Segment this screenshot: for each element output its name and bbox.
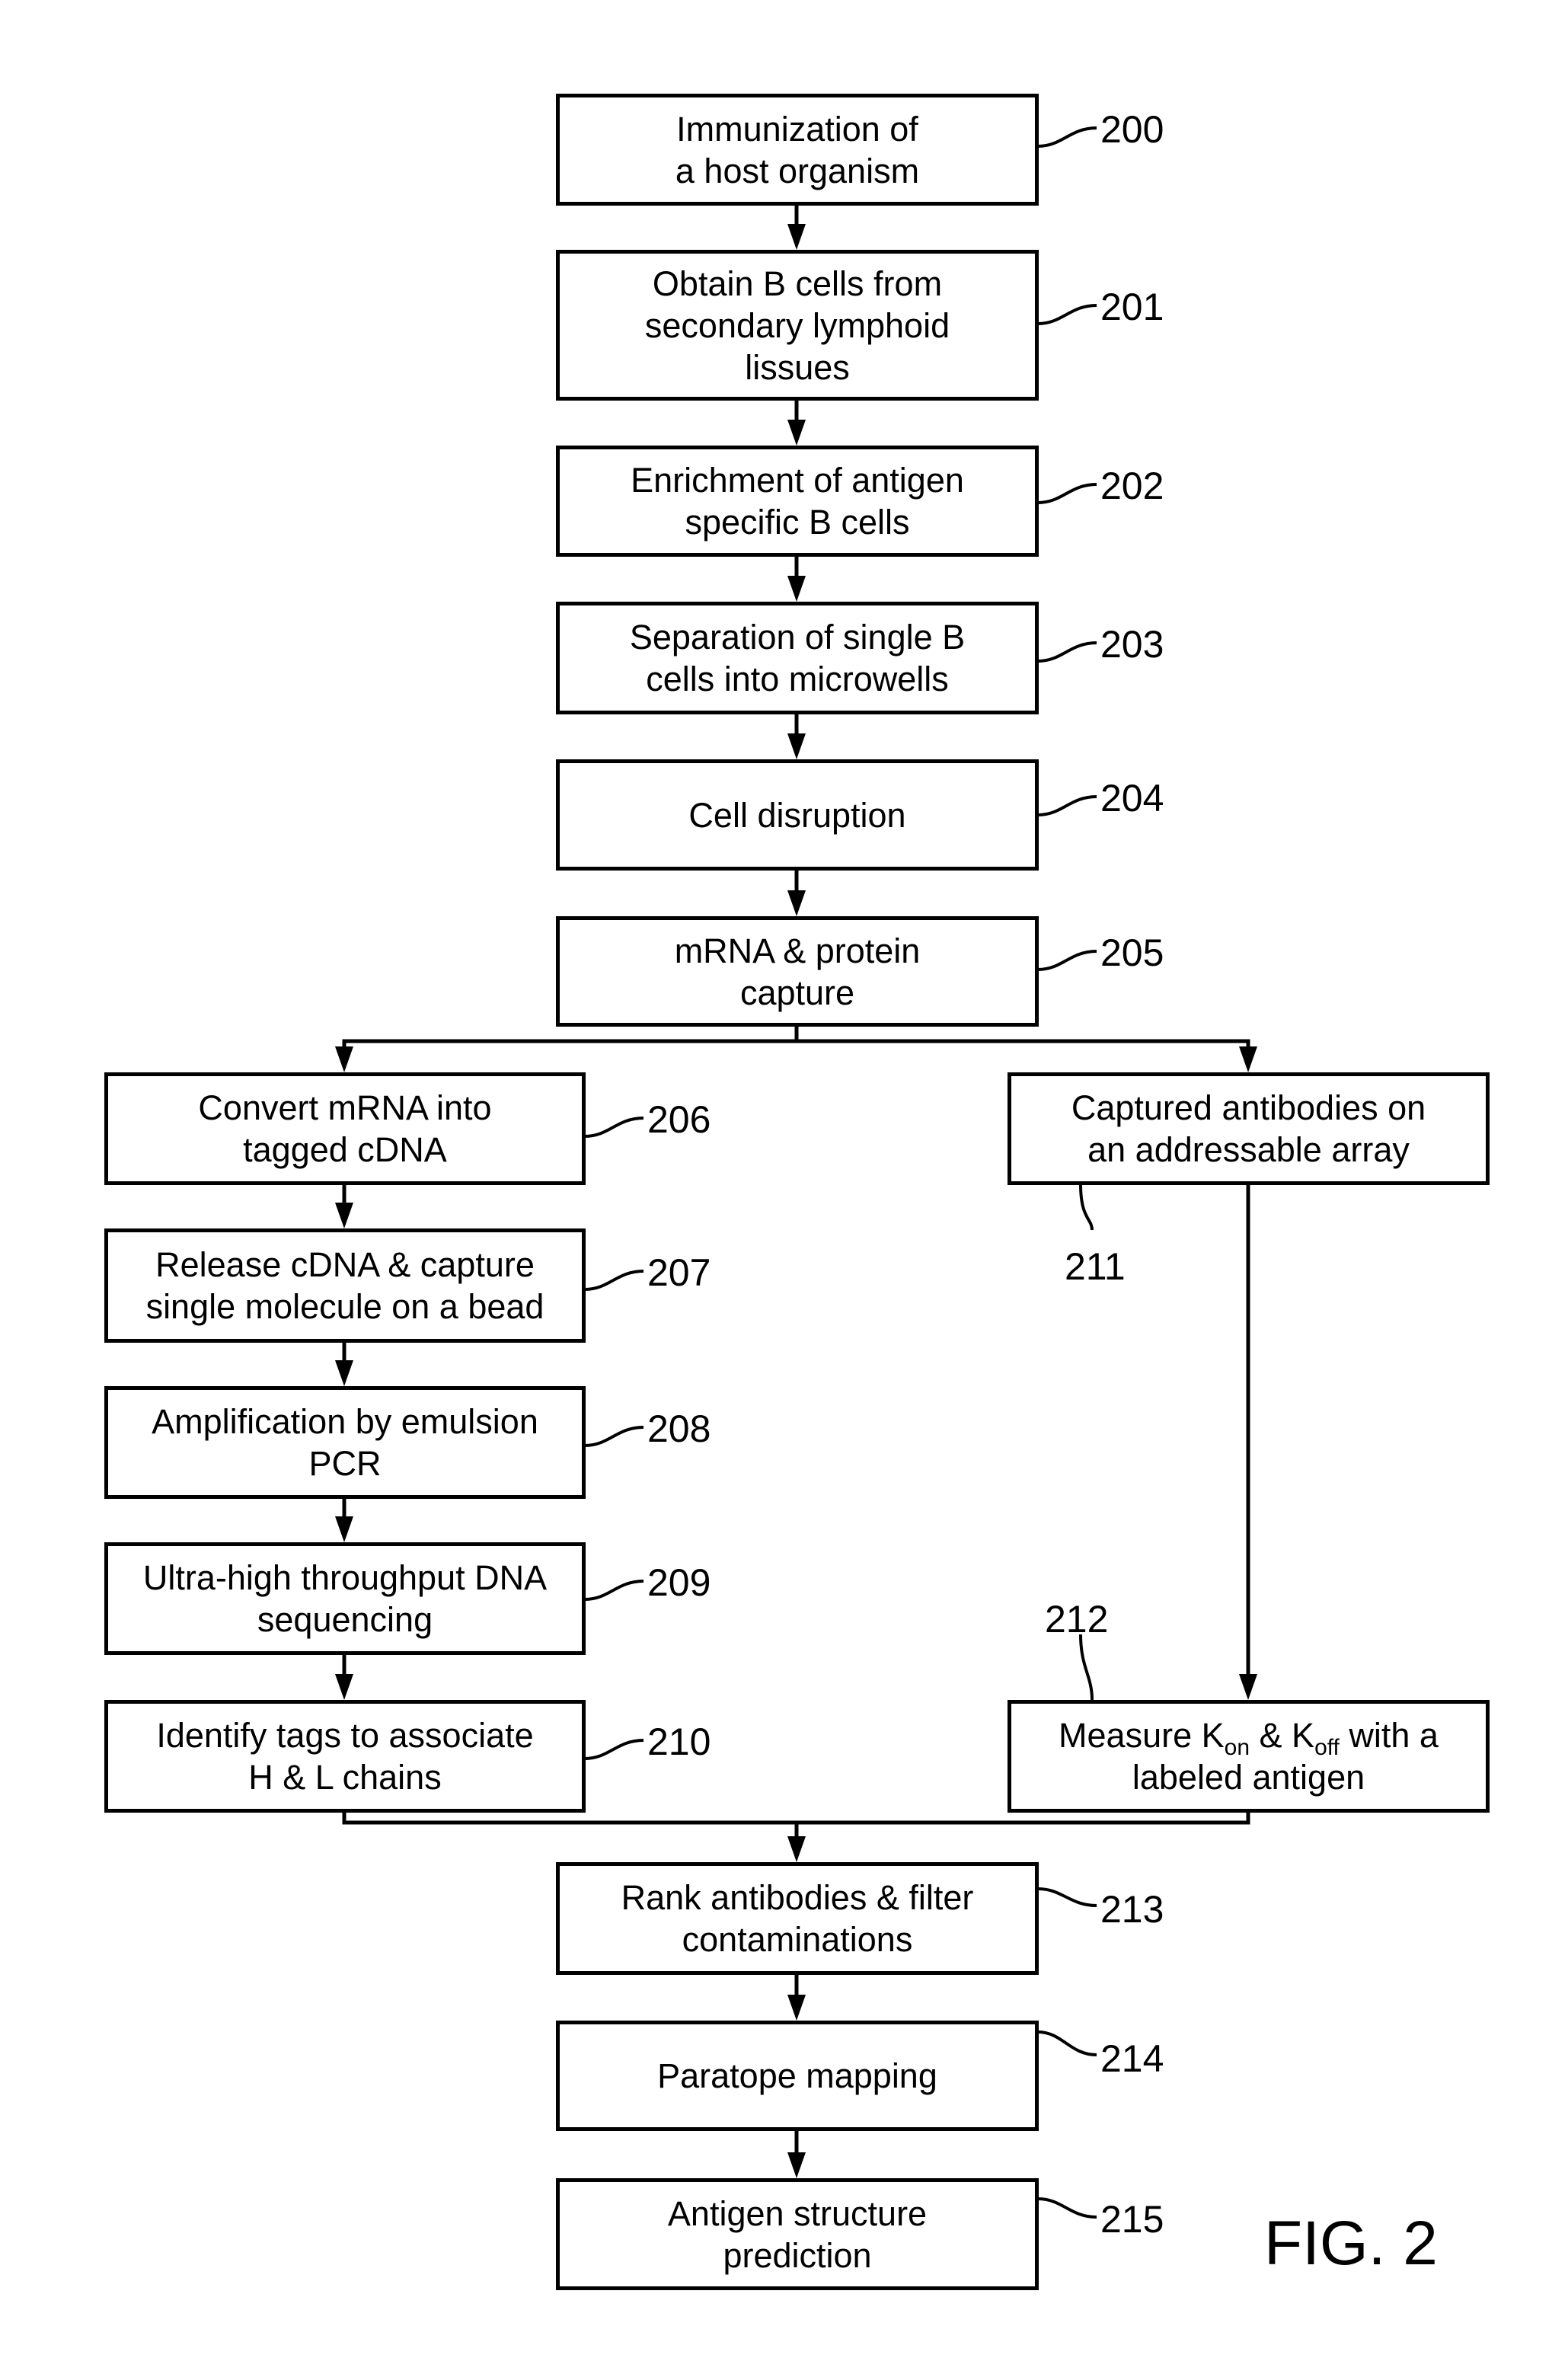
ref-210: 210: [647, 1720, 711, 1763]
step-206-text: Convert mRNA into tagged cDNA: [198, 1088, 492, 1169]
arrowhead: [787, 1995, 806, 2021]
step-213-box: Rank antibodies & filter contaminations: [556, 1862, 1039, 1975]
leader-206: [584, 1117, 644, 1138]
step-206-box: Convert mRNA into tagged cDNA: [104, 1072, 586, 1185]
step-212-line2: labeled antigen: [1132, 1758, 1365, 1797]
ref-207: 207: [647, 1251, 711, 1294]
arrowhead: [1239, 1674, 1257, 1700]
step-212-post: with a: [1339, 1716, 1439, 1755]
arrowhead: [335, 1046, 353, 1072]
step-209-box: Ultra-high throughput DNA sequencing: [104, 1542, 586, 1655]
step-213-text: Rank antibodies & filter contaminations: [621, 1878, 974, 1959]
ref-201: 201: [1100, 286, 1164, 328]
arrowhead: [787, 576, 806, 602]
k-on-subscript: on: [1224, 1735, 1250, 1760]
arrowhead: [787, 1836, 806, 1862]
leader-200: [1037, 126, 1097, 148]
leader-211: [1079, 1184, 1094, 1231]
split-line: [342, 1039, 1250, 1051]
step-201-text: Obtain B cells from secondary lymphoid l…: [644, 264, 950, 387]
leader-203: [1037, 641, 1097, 663]
ref-204: 204: [1100, 777, 1164, 819]
step-212-box: Measure Kon & Koff with a labeled antigen: [1008, 1700, 1490, 1813]
step-201-box: Obtain B cells from secondary lymphoid l…: [556, 250, 1039, 401]
step-200-text: Immunization of a host organism: [675, 109, 920, 190]
step-207-text: Release cDNA & capture single molecule o…: [145, 1245, 544, 1326]
arrowhead: [335, 1203, 353, 1228]
ref-200: 200: [1100, 108, 1164, 151]
leader-210: [584, 1739, 644, 1760]
leader-204: [1037, 795, 1097, 816]
leader-201: [1037, 304, 1097, 325]
arrowhead: [335, 1516, 353, 1542]
step-203-text: Separation of single B cells into microw…: [629, 618, 966, 698]
step-210-text: Identify tags to associate H & L chains: [156, 1716, 534, 1797]
step-212-mid: & K: [1250, 1716, 1315, 1755]
arrowhead: [1239, 1046, 1257, 1072]
leader-205: [1037, 950, 1097, 971]
leader-214: [1037, 2030, 1097, 2056]
step-210-box: Identify tags to associate H & L chains: [104, 1700, 586, 1813]
arrowhead: [787, 890, 806, 916]
step-215-box: Antigen structure prediction: [556, 2178, 1039, 2290]
ref-202: 202: [1100, 465, 1164, 507]
step-202-text: Enrichment of antigen specific B cells: [631, 461, 964, 542]
step-202-box: Enrichment of antigen specific B cells: [556, 446, 1039, 557]
step-207-box: Release cDNA & capture single molecule o…: [104, 1228, 586, 1343]
arrowhead: [787, 733, 806, 759]
ref-203: 203: [1100, 623, 1164, 666]
k-off-subscript: off: [1314, 1735, 1340, 1760]
step-205-text: mRNA & protein capture: [674, 931, 921, 1012]
arrowhead: [787, 2152, 806, 2178]
step-208-box: Amplification by emulsion PCR: [104, 1386, 586, 1499]
leader-208: [584, 1426, 644, 1447]
step-204-text: Cell disruption: [688, 795, 906, 835]
step-208-text: Amplification by emulsion PCR: [152, 1402, 538, 1483]
ref-205: 205: [1100, 931, 1164, 974]
leader-213: [1037, 1887, 1097, 1907]
step-205-box: mRNA & protein capture: [556, 916, 1039, 1027]
ref-206: 206: [647, 1098, 711, 1141]
arrowhead: [787, 224, 806, 250]
step-200-box: Immunization of a host organism: [556, 94, 1039, 206]
ref-213: 213: [1100, 1888, 1164, 1931]
ref-215: 215: [1100, 2198, 1164, 2241]
step-204-box: Cell disruption: [556, 759, 1039, 871]
ref-212: 212: [1045, 1598, 1109, 1641]
arrowhead: [787, 420, 806, 446]
step-212-pre: Measure K: [1059, 1716, 1225, 1755]
step-211-text: Captured antibodies on an addressable ar…: [1071, 1088, 1426, 1169]
figure-label: FIG. 2: [1264, 2209, 1438, 2278]
ref-208: 208: [647, 1407, 711, 1450]
arrowhead: [335, 1674, 353, 1700]
step-211-box: Captured antibodies on an addressable ar…: [1008, 1072, 1490, 1185]
step-212-text: Measure Kon & Koff with a labeled antigen: [1059, 1714, 1439, 1798]
step-203-box: Separation of single B cells into microw…: [556, 602, 1039, 714]
leader-209: [584, 1580, 644, 1601]
ref-214: 214: [1100, 2037, 1164, 2080]
leader-207: [584, 1270, 644, 1291]
step-215-text: Antigen structure prediction: [667, 2193, 928, 2275]
leader-212: [1079, 1634, 1094, 1701]
ref-211: 211: [1065, 1245, 1126, 1288]
arrowhead: [335, 1360, 353, 1386]
step-214-text: Paratope mapping: [657, 2056, 937, 2095]
step-209-text: Ultra-high throughput DNA sequencing: [142, 1558, 548, 1639]
leader-215: [1037, 2197, 1097, 2219]
leader-202: [1037, 483, 1097, 504]
step-214-box: Paratope mapping: [556, 2021, 1039, 2131]
merge-line: [342, 1812, 1250, 1825]
ref-209: 209: [647, 1561, 711, 1604]
